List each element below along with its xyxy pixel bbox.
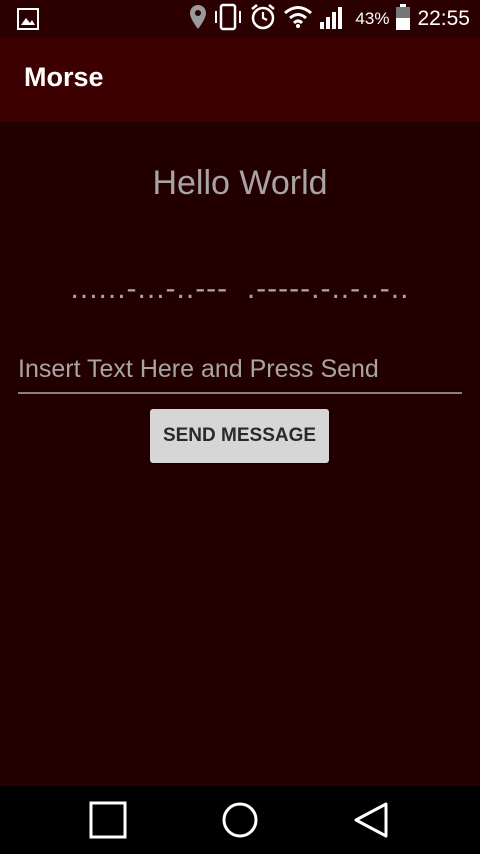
main-content: Hello World ......-...-..--- .-----.-..-… xyxy=(0,122,480,786)
morse-output: ......-...-..--- .-----.-..-..-.. xyxy=(70,272,410,305)
hello-heading: Hello World xyxy=(152,164,328,202)
home-icon[interactable] xyxy=(220,800,260,845)
recent-apps-icon[interactable] xyxy=(88,800,128,845)
app-title: Morse xyxy=(24,62,104,92)
clock: 22:55 xyxy=(417,7,470,30)
back-icon[interactable] xyxy=(352,800,392,845)
app-bar: Morse xyxy=(0,38,480,122)
battery-icon xyxy=(395,3,411,36)
gallery-icon xyxy=(17,8,39,35)
status-bar: 43% 22:55 xyxy=(0,0,480,38)
wifi-icon xyxy=(283,5,313,34)
signal-icon xyxy=(319,4,347,35)
message-input[interactable] xyxy=(18,346,462,394)
send-message-button[interactable]: SEND MESSAGE xyxy=(150,409,329,463)
vibrate-icon xyxy=(213,3,243,36)
battery-percent: 43% xyxy=(355,9,390,28)
location-icon xyxy=(189,4,207,35)
alarm-icon xyxy=(249,3,277,36)
navigation-bar xyxy=(0,786,480,854)
